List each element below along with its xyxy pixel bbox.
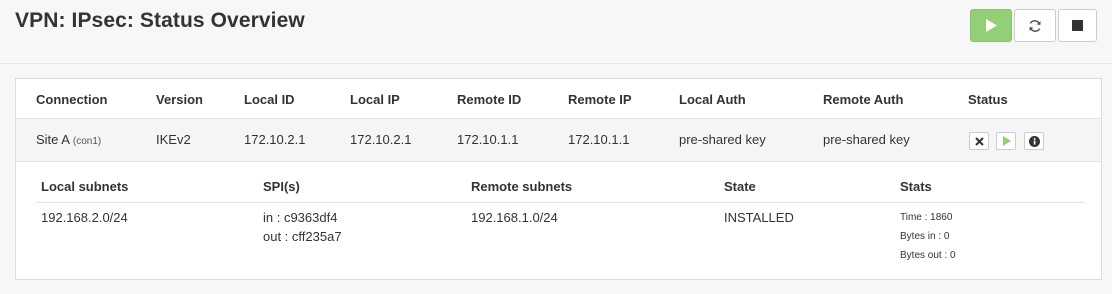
remote-subnets-value: 192.168.1.0/24 bbox=[471, 210, 558, 225]
local-subnets-value: 192.168.2.0/24 bbox=[41, 210, 128, 225]
col-local-ip: Local IP bbox=[350, 92, 400, 107]
col-remote-id: Remote ID bbox=[457, 92, 522, 107]
info-button[interactable] bbox=[1024, 132, 1044, 150]
col-remote-auth: Remote Auth bbox=[823, 92, 904, 107]
close-icon bbox=[974, 136, 984, 146]
local-id-value: 172.10.2.1 bbox=[244, 132, 306, 147]
version-value: IKEv2 bbox=[156, 132, 191, 147]
start-button[interactable] bbox=[970, 9, 1012, 42]
spi-in-value: in : c9363df4 bbox=[263, 210, 338, 225]
stats-time: Time : 1860 bbox=[900, 212, 953, 223]
local-ip-value: 172.10.2.1 bbox=[350, 132, 412, 147]
remote-id-value: 172.10.1.1 bbox=[457, 132, 519, 147]
detail-header: Local subnets SPI(s) Remote subnets Stat… bbox=[36, 177, 1085, 203]
remote-ip-value: 172.10.1.1 bbox=[568, 132, 630, 147]
col-remote-subnets: Remote subnets bbox=[471, 179, 573, 194]
col-state: State bbox=[724, 179, 756, 194]
disconnect-button[interactable] bbox=[969, 132, 989, 150]
play-icon bbox=[1002, 136, 1011, 146]
stop-button[interactable] bbox=[1058, 9, 1097, 42]
info-icon bbox=[1028, 135, 1040, 147]
connection-id: (con1) bbox=[72, 136, 102, 147]
connect-button[interactable] bbox=[996, 132, 1016, 150]
stats-bytes-out: Bytes out : 0 bbox=[900, 250, 956, 261]
state-value: INSTALLED bbox=[724, 210, 794, 225]
stop-icon bbox=[1072, 20, 1083, 31]
col-version: Version bbox=[156, 92, 203, 107]
table-row[interactable]: Site A (con1) IKEv2 172.10.2.1 172.10.2.… bbox=[16, 119, 1101, 162]
col-local-subnets: Local subnets bbox=[41, 179, 129, 194]
refresh-icon bbox=[1029, 19, 1041, 32]
spi-out-value: out : cff235a7 bbox=[263, 229, 342, 244]
local-auth-value: pre-shared key bbox=[679, 132, 766, 147]
restart-button[interactable] bbox=[1014, 9, 1056, 42]
col-local-id: Local ID bbox=[244, 92, 295, 107]
col-local-auth: Local Auth bbox=[679, 92, 746, 107]
col-connection: Connection bbox=[36, 92, 108, 107]
play-icon bbox=[986, 19, 997, 32]
col-status: Status bbox=[968, 92, 1008, 107]
stats-bytes-in: Bytes in : 0 bbox=[900, 231, 950, 242]
col-spis: SPI(s) bbox=[263, 179, 300, 194]
connection-name: Site A (con1) bbox=[36, 132, 101, 147]
status-panel: Connection Version Local ID Local IP Rem… bbox=[15, 78, 1102, 280]
page-title: VPN: IPsec: Status Overview bbox=[15, 9, 305, 32]
page-header: VPN: IPsec: Status Overview bbox=[0, 0, 1112, 64]
connection-label: Site A bbox=[36, 132, 70, 147]
col-stats: Stats bbox=[900, 179, 932, 194]
table-header: Connection Version Local ID Local IP Rem… bbox=[16, 79, 1101, 119]
col-remote-ip: Remote IP bbox=[568, 92, 632, 107]
remote-auth-value: pre-shared key bbox=[823, 132, 910, 147]
